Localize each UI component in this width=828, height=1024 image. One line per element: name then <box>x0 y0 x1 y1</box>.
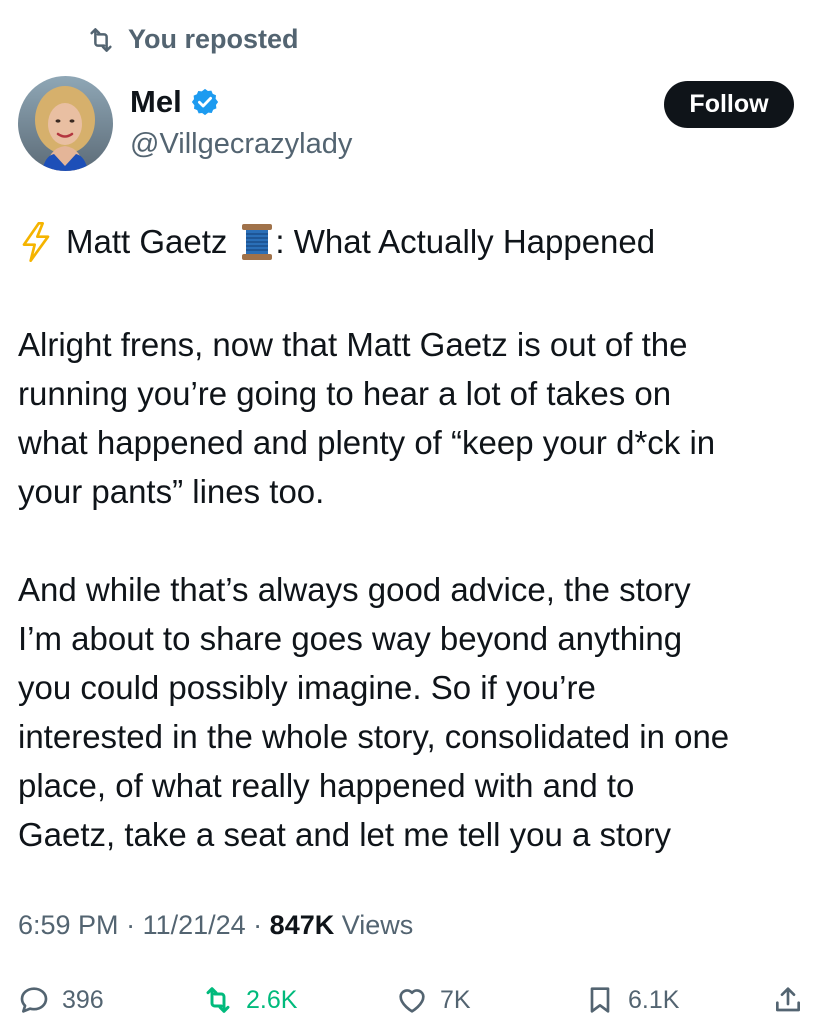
reply-button[interactable]: 396 <box>18 978 104 1022</box>
verified-badge-icon[interactable] <box>190 87 220 117</box>
body-line: place, of what really happened with and … <box>18 767 635 804</box>
reply-count: 396 <box>62 985 104 1014</box>
views-count[interactable]: 847K <box>270 910 335 940</box>
body-line: running you’re going to hear a lot of ta… <box>18 375 672 412</box>
repost-banner[interactable]: You reposted <box>86 24 299 55</box>
like-count: 7K <box>440 985 471 1014</box>
body-line: I’m about to share goes way beyond anyth… <box>18 620 683 657</box>
share-icon <box>776 987 800 1012</box>
reply-icon <box>20 987 48 1013</box>
repost-count: 2.6K <box>246 985 298 1014</box>
bookmark-button[interactable]: 6.1K <box>584 978 679 1022</box>
avatar[interactable] <box>18 76 113 171</box>
post-date[interactable]: 11/21/24 <box>143 910 246 940</box>
author-name[interactable]: Mel <box>130 84 182 120</box>
post-body: Alright frens, now that Matt Gaetz is ou… <box>18 320 818 859</box>
avatar-image <box>18 76 113 171</box>
repost-icon <box>206 987 230 1013</box>
meta-separator: · <box>245 910 270 940</box>
repost-button[interactable]: 2.6K <box>202 978 297 1022</box>
repost-icon <box>90 27 112 52</box>
action-bar: 396 2.6K 7K 6.1K <box>0 978 828 1022</box>
headline-rest: : What Actually Happened <box>275 223 656 260</box>
author-handle[interactable]: @Villgecrazylady <box>130 128 352 161</box>
thread-spool-icon <box>242 224 273 260</box>
bookmark-icon <box>590 987 610 1013</box>
meta-separator: · <box>118 910 143 940</box>
repost-banner-label: You reposted <box>128 24 299 54</box>
body-line: what happened and plenty of “keep your d… <box>18 424 716 461</box>
body-line: Alright frens, now that Matt Gaetz is ou… <box>18 326 688 363</box>
bookmark-count: 6.1K <box>628 985 680 1014</box>
heart-icon <box>399 989 425 1013</box>
post-page: You reposted Mel @Villgecrazylady Follow… <box>0 0 828 1024</box>
follow-button[interactable]: Follow <box>664 81 794 128</box>
body-line: you could possibly imagine. So if you’re <box>18 669 596 706</box>
body-line: your pants” lines too. <box>18 473 325 510</box>
like-button[interactable]: 7K <box>396 978 471 1022</box>
body-line: interested in the whole story, consolida… <box>18 718 730 755</box>
post-headline: Matt Gaetz : What Actually Happened <box>20 222 655 262</box>
post-meta: 6:59 PM · 11/21/24 · 847K Views <box>18 910 413 941</box>
lightning-icon <box>22 222 50 262</box>
headline-name: Matt Gaetz <box>66 223 228 260</box>
body-line: Gaetz, take a seat and let me tell you a… <box>18 816 672 853</box>
views-label: Views <box>334 910 414 940</box>
share-button[interactable] <box>772 978 804 1022</box>
body-line: And while that’s always good advice, the… <box>18 571 691 608</box>
post-time[interactable]: 6:59 PM <box>18 910 119 940</box>
author-info: Mel @Villgecrazylady <box>130 84 352 161</box>
